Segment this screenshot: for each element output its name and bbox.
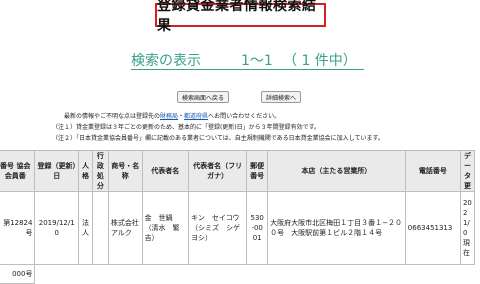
col-rep-kana: 代表者名（フリガナ） — [188, 150, 248, 192]
col-updated: データ更 — [459, 150, 476, 192]
cell-number: 第12824号 — [0, 191, 36, 265]
col-name: 商号・名称 — [107, 150, 143, 192]
col-number: 番号 協会会員番 — [0, 150, 36, 192]
table-row-continued: 000号 — [0, 264, 475, 284]
cell-type: 法人 — [77, 191, 93, 265]
cell-phone: 0663451313 — [404, 191, 461, 265]
cell-rep: 金 世鍋（清水 繁吉） — [141, 191, 190, 265]
col-date: 登録（更新）日 — [34, 150, 79, 192]
cell-number-extra: 000号 — [0, 264, 36, 284]
col-phone: 電話番号 — [404, 150, 461, 192]
cell-updated: 2021/0 現在 — [459, 191, 476, 265]
results-table: 番号 協会会員番 登録（更新）日 人格 行政処分 商号・名称 代表者名 代表者名… — [0, 150, 476, 284]
note-line-1: 最新の情報やご不明な点は登録先の財務局・都道府県へお問い合わせください。 — [64, 113, 281, 120]
cell-date: 2019/12/10 — [34, 191, 79, 265]
empty-cell — [35, 265, 475, 284]
detailed-search-button[interactable]: 詳細検索へ — [261, 91, 301, 103]
note-line-3: （注２）「日本貸金業協会員番号」欄に記載のある業者については、自主規制機関である… — [52, 135, 384, 142]
table-row: 第12824号 2019/12/10 法人 株式会社アルク 金 世鍋（清水 繁吉… — [0, 191, 476, 265]
col-type: 人格 — [77, 150, 93, 192]
results-range: 1～1 — [241, 53, 273, 69]
note-line-2: （注１）貸金業登録は３年ごとの更新のため、基本的に「登録(更新)日」から３年間登… — [52, 124, 321, 131]
cell-address: 大阪府大阪市北区梅田１丁目３番１−２００号 大阪駅前第１ビル２階１４号 — [267, 191, 406, 265]
cell-postal: 530-0001 — [246, 191, 269, 265]
results-label: 検索の表示 — [131, 53, 201, 69]
cell-admin — [91, 191, 109, 265]
cell-name: 株式会社アルク — [107, 191, 143, 265]
col-rep: 代表者名 — [141, 150, 190, 192]
page-title: 登録貸金業者情報検索結果 — [155, 0, 326, 34]
results-summary: 検索の表示 1～1 （ 1 件中） — [131, 50, 371, 70]
financial-bureau-link[interactable]: 財務局 — [160, 113, 178, 120]
table-header-row: 番号 協会会員番 登録（更新）日 人格 行政処分 商号・名称 代表者名 代表者名… — [0, 150, 476, 192]
col-admin: 行政処分 — [91, 150, 109, 192]
results-count: （ 1 件中） — [283, 53, 357, 69]
results-underline — [131, 69, 364, 70]
prefecture-link[interactable]: 都道府県 — [184, 113, 208, 120]
cell-rep-kana: キン セイコウ（シミズ シゲヨシ） — [188, 191, 248, 265]
notes: 最新の情報やご不明な点は登録先の財務局・都道府県へお問い合わせください。 （注１… — [52, 111, 480, 144]
back-to-search-button[interactable]: 検索画面へ戻る — [177, 91, 229, 103]
col-postal: 郵便番号 — [246, 150, 269, 192]
col-address: 本店（主たる営業所） — [267, 150, 406, 192]
